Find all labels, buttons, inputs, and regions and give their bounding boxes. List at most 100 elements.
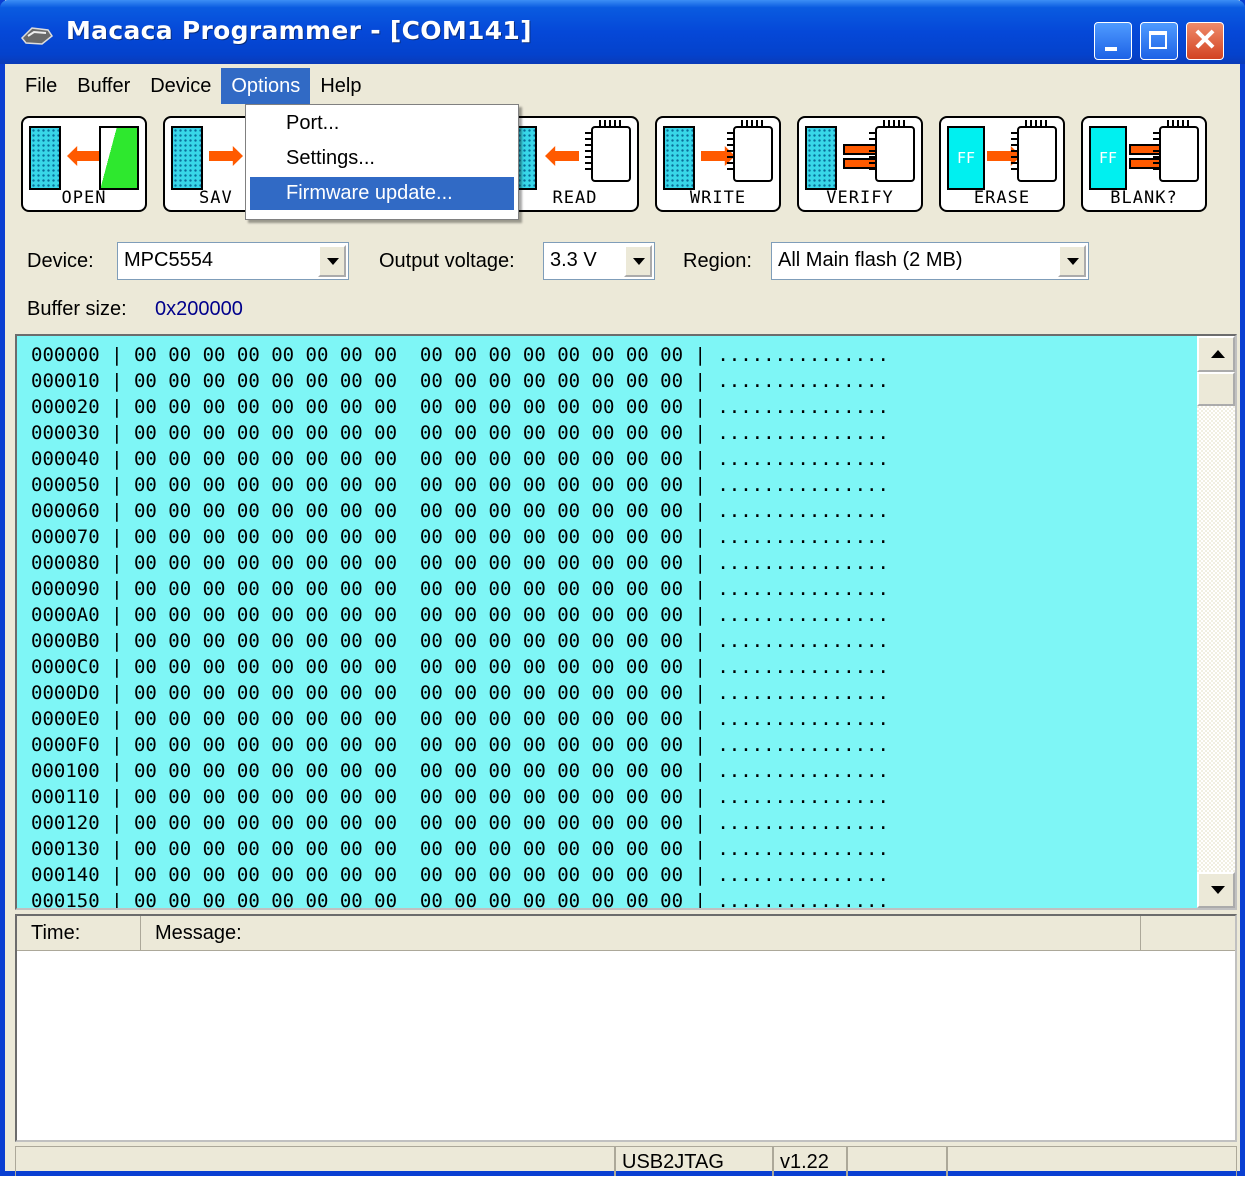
device-label: Device: bbox=[27, 250, 94, 272]
chip-icon bbox=[585, 120, 631, 182]
write-label: WRITE bbox=[689, 188, 747, 208]
menu-options[interactable]: Options bbox=[221, 68, 311, 104]
chip-icon bbox=[727, 120, 773, 182]
region-label: Region: bbox=[683, 250, 752, 272]
app-icon bbox=[20, 27, 54, 45]
message-column-header[interactable]: Message: bbox=[141, 916, 1141, 950]
blank-check-button[interactable]: FF BLANK? bbox=[1081, 116, 1207, 212]
chip-icon bbox=[869, 120, 915, 182]
maximize-icon bbox=[1149, 31, 1167, 49]
menu-item-settings[interactable]: Settings... bbox=[250, 142, 514, 175]
vertical-scrollbar[interactable] bbox=[1197, 336, 1235, 908]
combo-arrow-icon[interactable] bbox=[624, 245, 652, 277]
buffer-size-value: 0x200000 bbox=[155, 298, 243, 320]
hex-row: 0000C0 | 00 00 00 00 00 00 00 00 00 00 0… bbox=[31, 656, 889, 678]
status-version: v1.22 bbox=[773, 1146, 847, 1176]
maximize-button[interactable] bbox=[1140, 22, 1178, 60]
menu-buffer[interactable]: Buffer bbox=[67, 68, 140, 104]
device-select[interactable]: MPC5554 bbox=[117, 242, 349, 280]
menu-item-port[interactable]: Port... bbox=[250, 107, 514, 140]
scroll-thumb[interactable] bbox=[1197, 372, 1235, 406]
status-pane-empty-2 bbox=[947, 1146, 1237, 1176]
hex-row: 000040 | 00 00 00 00 00 00 00 00 00 00 0… bbox=[31, 448, 889, 470]
hex-buffer-view[interactable]: 000000 | 00 00 00 00 00 00 00 00 00 00 0… bbox=[15, 334, 1237, 910]
minimize-icon bbox=[1105, 47, 1117, 51]
hex-row: 000000 | 00 00 00 00 00 00 00 00 00 00 0… bbox=[31, 344, 889, 366]
message-log[interactable]: Time: Message: bbox=[15, 914, 1237, 1142]
output-voltage-label: Output voltage: bbox=[379, 250, 515, 272]
open-button[interactable]: OPEN bbox=[21, 116, 147, 212]
buffer-icon bbox=[171, 126, 203, 190]
file-icon bbox=[99, 126, 139, 190]
scroll-down-icon[interactable] bbox=[1197, 872, 1235, 908]
hex-row: 000120 | 00 00 00 00 00 00 00 00 00 00 0… bbox=[31, 812, 889, 834]
read-label: READ bbox=[552, 188, 598, 208]
menu-file[interactable]: File bbox=[15, 68, 67, 104]
close-icon: ✕ bbox=[1192, 24, 1218, 57]
status-bar: USB2JTAG v1.22 bbox=[15, 1146, 1237, 1176]
hex-row: 000070 | 00 00 00 00 00 00 00 00 00 00 0… bbox=[31, 526, 889, 548]
arrow-right-icon bbox=[209, 146, 243, 166]
erase-label: ERASE bbox=[973, 188, 1031, 208]
options-menu: Port... Settings... Firmware update... bbox=[245, 104, 519, 220]
buffer-size-label: Buffer size: bbox=[27, 298, 127, 320]
save-label: SAV bbox=[199, 188, 233, 208]
hex-row: 000060 | 00 00 00 00 00 00 00 00 00 00 0… bbox=[31, 500, 889, 522]
verify-label: VERIFY bbox=[826, 188, 894, 208]
combo-arrow-icon[interactable] bbox=[1058, 245, 1086, 277]
output-voltage-value: 3.3 V bbox=[550, 249, 597, 271]
buffer-icon bbox=[805, 126, 837, 190]
hex-row: 000110 | 00 00 00 00 00 00 00 00 00 00 0… bbox=[31, 786, 889, 808]
ff-buffer-icon: FF bbox=[947, 126, 985, 190]
blank-label: BLANK? bbox=[1110, 188, 1178, 208]
hex-row: 000150 | 00 00 00 00 00 00 00 00 00 00 0… bbox=[31, 890, 889, 910]
minimize-button[interactable] bbox=[1094, 22, 1132, 60]
hex-row: 0000E0 | 00 00 00 00 00 00 00 00 00 00 0… bbox=[31, 708, 889, 730]
hex-row: 000020 | 00 00 00 00 00 00 00 00 00 00 0… bbox=[31, 396, 889, 418]
window-title: Macaca Programmer - [COM141] bbox=[66, 16, 532, 45]
output-voltage-select[interactable]: 3.3 V bbox=[543, 242, 655, 280]
time-column-header[interactable]: Time: bbox=[17, 916, 141, 950]
arrow-left-icon bbox=[545, 146, 579, 166]
save-button[interactable]: SAV bbox=[163, 116, 253, 212]
region-value: All Main flash (2 MB) bbox=[778, 249, 963, 271]
write-button[interactable]: WRITE bbox=[655, 116, 781, 212]
open-label: OPEN bbox=[61, 188, 107, 208]
menu-item-firmware-update[interactable]: Firmware update... bbox=[250, 177, 514, 210]
hex-row: 000140 | 00 00 00 00 00 00 00 00 00 00 0… bbox=[31, 864, 889, 886]
hex-row: 000050 | 00 00 00 00 00 00 00 00 00 00 0… bbox=[31, 474, 889, 496]
title-bar[interactable]: Macaca Programmer - [COM141] ✕ bbox=[0, 0, 1245, 64]
hex-row: 000090 | 00 00 00 00 00 00 00 00 00 00 0… bbox=[31, 578, 889, 600]
hex-row: 000100 | 00 00 00 00 00 00 00 00 00 00 0… bbox=[31, 760, 889, 782]
extra-column-header[interactable] bbox=[1141, 916, 1235, 950]
combo-arrow-icon[interactable] bbox=[318, 245, 346, 277]
buffer-icon bbox=[29, 126, 61, 190]
scroll-up-icon[interactable] bbox=[1197, 336, 1235, 372]
verify-button[interactable]: VERIFY bbox=[797, 116, 923, 212]
close-button[interactable]: ✕ bbox=[1186, 22, 1224, 60]
status-pane-main bbox=[15, 1146, 615, 1176]
hex-row: 0000B0 | 00 00 00 00 00 00 00 00 00 00 0… bbox=[31, 630, 889, 652]
device-value: MPC5554 bbox=[124, 249, 213, 271]
arrow-left-icon bbox=[67, 146, 101, 166]
status-interface: USB2JTAG bbox=[615, 1146, 773, 1176]
buffer-icon bbox=[663, 126, 695, 190]
read-button[interactable]: READ bbox=[513, 116, 639, 212]
region-select[interactable]: All Main flash (2 MB) bbox=[771, 242, 1089, 280]
hex-row: 000080 | 00 00 00 00 00 00 00 00 00 00 0… bbox=[31, 552, 889, 574]
hex-row: 0000D0 | 00 00 00 00 00 00 00 00 00 00 0… bbox=[31, 682, 889, 704]
chip-icon bbox=[1011, 120, 1057, 182]
chip-icon bbox=[1153, 120, 1199, 182]
hex-row: 000130 | 00 00 00 00 00 00 00 00 00 00 0… bbox=[31, 838, 889, 860]
menu-bar: File Buffer Device Options Help bbox=[15, 68, 371, 104]
hex-row: 000030 | 00 00 00 00 00 00 00 00 00 00 0… bbox=[31, 422, 889, 444]
app-window: Macaca Programmer - [COM141] ✕ File Buff… bbox=[0, 0, 1245, 1176]
hex-row: 000010 | 00 00 00 00 00 00 00 00 00 00 0… bbox=[31, 370, 889, 392]
hex-row: 0000A0 | 00 00 00 00 00 00 00 00 00 00 0… bbox=[31, 604, 889, 626]
erase-button[interactable]: FF ERASE bbox=[939, 116, 1065, 212]
menu-help[interactable]: Help bbox=[310, 68, 371, 104]
menu-device[interactable]: Device bbox=[140, 68, 221, 104]
hex-lines: 000000 | 00 00 00 00 00 00 00 00 00 00 0… bbox=[31, 342, 889, 910]
hex-row: 0000F0 | 00 00 00 00 00 00 00 00 00 00 0… bbox=[31, 734, 889, 756]
ff-buffer-icon: FF bbox=[1089, 126, 1127, 190]
